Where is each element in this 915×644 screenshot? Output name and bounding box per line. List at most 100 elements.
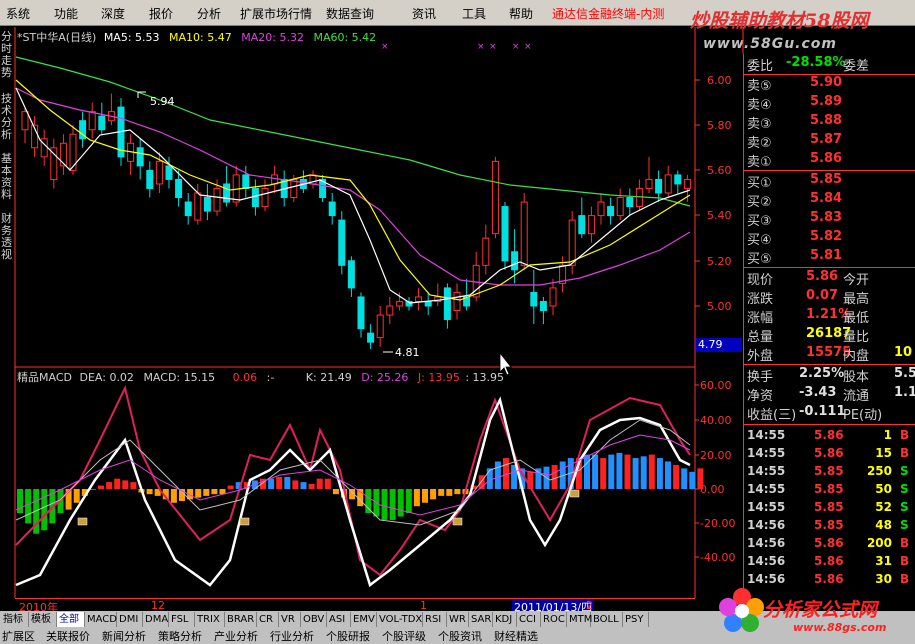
candlestick <box>395 300 403 307</box>
candlestick <box>184 201 192 217</box>
candlestick <box>357 296 365 330</box>
j-value: J: 13.95 <box>417 371 460 384</box>
candlestick <box>626 197 634 208</box>
ask-row: 卖③ 5.88 <box>744 113 915 132</box>
ask-price: 5.88 <box>810 113 843 128</box>
indicator-tab-wr[interactable]: WR <box>447 612 469 627</box>
candlestick <box>424 300 432 307</box>
tick-volume: 15 <box>875 446 892 460</box>
bottom-tab-9[interactable]: 财经精选 <box>494 628 538 644</box>
stat-row: 涨幅 1.21% 最低 <box>744 307 915 326</box>
bid-label: 买④ <box>747 233 772 248</box>
candlestick <box>645 178 653 189</box>
indicator-tab-fsl[interactable]: FSL <box>169 612 195 627</box>
macd-bar <box>89 489 96 490</box>
high-price-label: 5.94 <box>150 95 175 108</box>
indicator-tab-mtm[interactable]: MTM <box>567 612 592 627</box>
indicator-tab-obv[interactable]: OBV <box>301 612 327 627</box>
candlestick <box>165 165 173 180</box>
macd-bar <box>276 476 283 489</box>
stat-row: 总量 26187 量比 <box>744 326 915 345</box>
indicator-tab-全部[interactable]: 全部 <box>57 612 85 627</box>
candlestick <box>415 296 423 302</box>
diff-label: 委差 <box>843 59 870 74</box>
indicator-tab-模板[interactable]: 模板 <box>29 612 57 627</box>
indicator-tab-asi[interactable]: ASI <box>327 612 351 627</box>
stat2-value: -3.43 <box>799 385 837 400</box>
indicator-tab-trix[interactable]: TRIX <box>195 612 225 627</box>
bottom-tab-2[interactable]: 新闻分析 <box>102 628 146 644</box>
indicator-tab-brar[interactable]: BRAR <box>225 612 257 627</box>
candlestick <box>155 160 163 185</box>
bottom-tab-5[interactable]: 行业分析 <box>270 628 314 644</box>
stat2-label-2: PE(动) <box>843 408 883 423</box>
indicator-tab-psy[interactable]: PSY <box>623 612 649 627</box>
indicator-tab-vr[interactable]: VR <box>279 612 301 627</box>
price-axis-label: 5.40 <box>707 209 732 222</box>
site-logo: 分析家公式网 www.88gs.com <box>715 583 915 644</box>
indicator-tab-sar[interactable]: SAR <box>469 612 493 627</box>
indicator-tab-dma[interactable]: DMA <box>143 612 169 627</box>
indicator-tab-boll[interactable]: BOLL <box>591 612 623 627</box>
macd-bar <box>689 471 696 489</box>
chart-title-row: *ST中华A(日线) MA5: 5.53 MA10: 5.47 MA20: 5.… <box>17 29 376 45</box>
bottom-tab-6[interactable]: 个股研报 <box>326 628 370 644</box>
macd-bar <box>413 489 420 507</box>
bottom-tab-0[interactable]: 扩展区 <box>2 628 35 644</box>
indicator-tab-指标[interactable]: 指标 <box>1 612 29 627</box>
indicator-tab-roc[interactable]: ROC <box>541 612 567 627</box>
macd-bar <box>292 480 299 489</box>
indicator-tab-vol-tdx[interactable]: VOL-TDX <box>377 612 423 627</box>
price-axis-label: 5.20 <box>707 255 732 268</box>
ask-row: 卖② 5.87 <box>744 132 915 151</box>
bottom-tab-3[interactable]: 策略分析 <box>158 628 202 644</box>
macd-bar <box>438 489 445 496</box>
candlestick <box>338 219 346 266</box>
tick-row: 14:55 5.85 250 S <box>744 464 915 482</box>
ask-label: 卖⑤ <box>747 79 772 94</box>
macd-bar <box>405 489 412 514</box>
macd-bar <box>551 464 558 489</box>
candlestick <box>530 291 538 307</box>
bottom-tab-4[interactable]: 产业分析 <box>214 628 258 644</box>
tick-volume: 200 <box>866 536 892 550</box>
ask-label: 卖① <box>747 155 772 170</box>
indicator-tab-kdj[interactable]: KDJ <box>493 612 517 627</box>
candlestick <box>520 201 528 266</box>
bottom-tab-1[interactable]: 关联报价 <box>46 628 90 644</box>
macd-bar <box>616 452 623 489</box>
bid-row: 买⑤ 5.81 <box>744 248 915 267</box>
indicator-tab-dmi[interactable]: DMI <box>117 612 143 627</box>
candlestick <box>568 219 576 266</box>
candlestick <box>597 201 605 217</box>
indicator-tab-cci[interactable]: CCI <box>517 612 541 627</box>
indicator-tab-macd[interactable]: MACD <box>85 612 117 627</box>
indicator-tab-cr[interactable]: CR <box>257 612 279 627</box>
candlestick <box>367 332 375 343</box>
bottom-tab-8[interactable]: 个股资讯 <box>438 628 482 644</box>
candlestick <box>655 178 663 194</box>
bid-row: 买① 5.85 <box>744 172 915 191</box>
macd-bar <box>381 489 388 520</box>
macd-bar <box>203 489 210 496</box>
stat2-label: 收益(三) <box>747 408 797 423</box>
tick-row: 14:56 5.86 200 B <box>744 536 915 554</box>
macd-bar <box>584 454 590 489</box>
dea-value: DEA: 0.02 <box>79 371 134 384</box>
candlestick <box>261 187 269 208</box>
tick-time: 14:55 <box>747 428 786 442</box>
tick-direction: B <box>900 554 910 568</box>
macd-bar <box>332 489 339 495</box>
macd-bar <box>146 489 153 495</box>
tick-price: 5.85 <box>814 464 844 478</box>
indicator-tab-rsi[interactable]: RSI <box>423 612 447 627</box>
tick-row: 14:55 5.85 50 S <box>744 482 915 500</box>
tick-row: 14:56 5.85 48 S <box>744 518 915 536</box>
bottom-tab-7[interactable]: 个股评级 <box>382 628 426 644</box>
indicator-tab-emv[interactable]: EMV <box>351 612 377 627</box>
tick-volume: 48 <box>875 518 892 532</box>
tick-price: 5.85 <box>814 482 844 496</box>
macd-bar <box>211 489 218 495</box>
macd-bar <box>106 482 113 489</box>
macd-bar <box>397 489 404 517</box>
